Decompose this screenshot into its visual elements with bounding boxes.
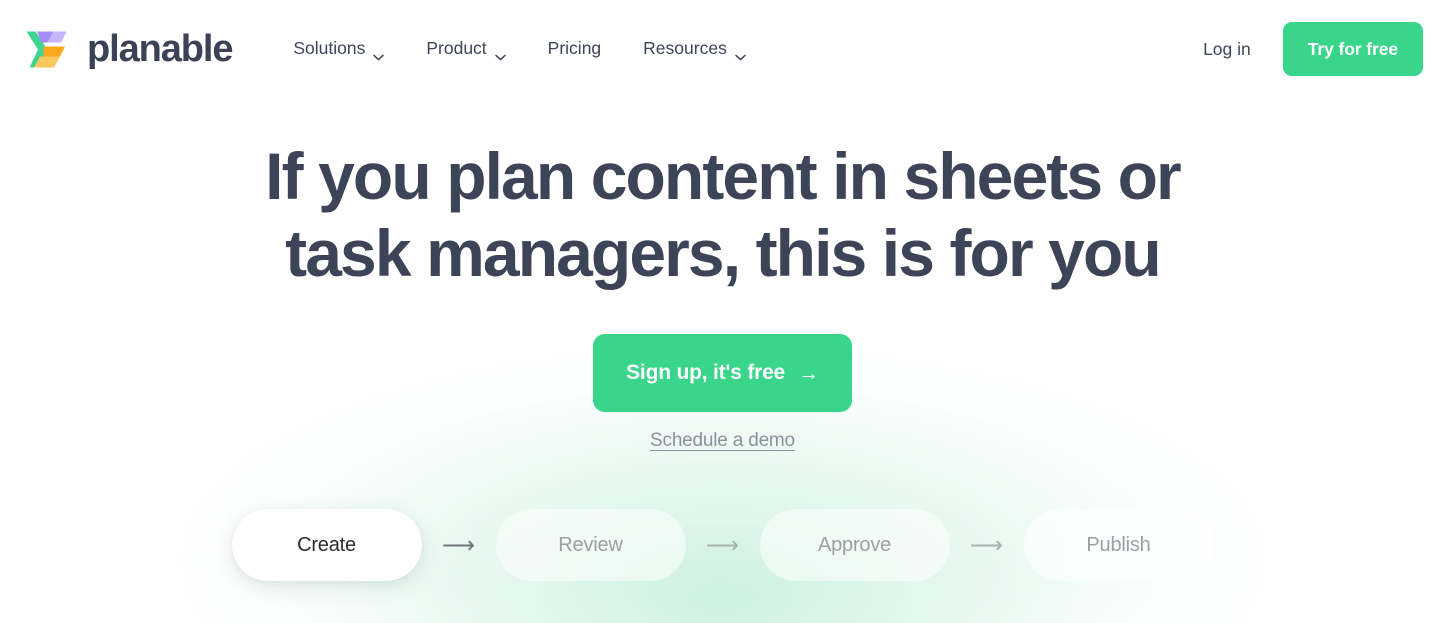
chevron-down-icon <box>373 47 385 60</box>
nav-item-resources[interactable]: Resources <box>643 38 746 60</box>
try-for-free-button[interactable]: Try for free <box>1282 22 1423 76</box>
chevron-down-icon <box>494 47 506 60</box>
nav-item-product[interactable]: Product <box>426 38 506 60</box>
nav-item-solutions[interactable]: Solutions <box>293 38 385 60</box>
arrow-right-icon: → <box>798 361 819 385</box>
brand-logo-link[interactable]: planable <box>20 22 233 76</box>
sign-up-free-label: Sign up, it's free <box>626 361 786 385</box>
main-navigation: Solutions Product Pricing Resources <box>293 38 746 60</box>
workflow-arrow-icon: ⟶ <box>706 531 739 558</box>
workflow-step-create[interactable]: Create <box>231 509 422 582</box>
log-in-link[interactable]: Log in <box>1203 39 1251 60</box>
workflow-arrow-icon: ⟶ <box>970 531 1003 558</box>
workflow-step-label: Publish <box>1086 533 1151 556</box>
schedule-demo-link[interactable]: Schedule a demo <box>650 430 795 452</box>
header-actions: Log in Try for free <box>1203 22 1423 76</box>
site-header: planable Solutions Product Pricing Resou… <box>0 0 1445 98</box>
hero-page: planable Solutions Product Pricing Resou… <box>0 0 1445 623</box>
sign-up-free-button[interactable]: Sign up, it's free → <box>593 334 852 413</box>
workflow-step-label: Review <box>558 533 623 556</box>
workflow-arrow-icon: ⟶ <box>442 531 475 558</box>
workflow-step-label: Create <box>297 533 356 556</box>
hero-section: If you plan content in sheets or task ma… <box>0 98 1445 582</box>
nav-item-label: Solutions <box>293 38 366 59</box>
page-title: If you plan content in sheets or task ma… <box>223 138 1223 291</box>
workflow-step-label: Approve <box>817 533 892 556</box>
headline-line-1: If you plan content in sheets or <box>265 139 1182 213</box>
workflow-step-publish[interactable]: Publish <box>1023 509 1214 582</box>
chevron-down-icon <box>735 47 746 60</box>
nav-item-label: Product <box>426 38 487 59</box>
workflow-step-approve[interactable]: Approve <box>759 509 950 582</box>
workflow-step-review[interactable]: Review <box>495 509 686 582</box>
nav-item-label: Resources <box>643 38 727 59</box>
headline-line-2: task managers, this is for you <box>285 215 1162 290</box>
hero-cta-group: Sign up, it's free → Schedule a demo <box>0 334 1445 452</box>
planable-pinwheel-logo-icon <box>20 22 74 76</box>
workflow-stepper: Create ⟶ Review ⟶ Approve ⟶ Publish <box>0 509 1445 582</box>
nav-item-label: Pricing <box>547 38 602 59</box>
brand-name: planable <box>87 28 233 70</box>
nav-item-pricing[interactable]: Pricing <box>548 40 602 58</box>
